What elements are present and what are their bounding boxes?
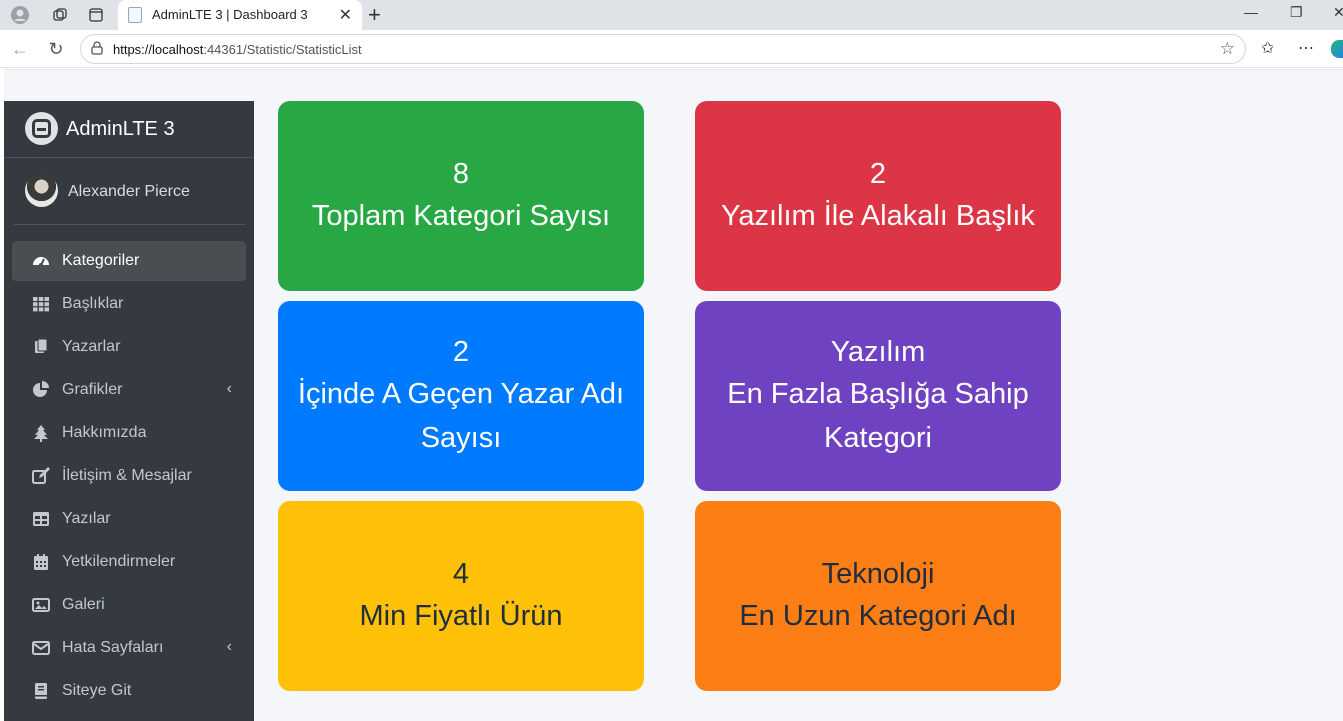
workspaces-icon[interactable] bbox=[49, 4, 71, 26]
new-tab-icon[interactable]: + bbox=[368, 2, 381, 28]
stat-card-top-category: Yazılım En Fazla Başlığa Sahip Kategori bbox=[695, 301, 1061, 491]
tachometer-icon bbox=[33, 257, 49, 267]
profile-icon[interactable] bbox=[9, 4, 31, 26]
envelope-icon bbox=[32, 641, 50, 655]
stat-card-software-headings: 2 Yazılım İle Alakalı Başlık bbox=[695, 101, 1061, 291]
browser-tab-bar: AdminLTE 3 | Dashboard 3 ✕ + — ❐ ✕ bbox=[0, 0, 1343, 30]
sidebar-item-siteye-git[interactable]: Siteye Git bbox=[12, 671, 246, 711]
stat-label: İçinde A Geçen Yazar Adı Sayısı bbox=[297, 378, 625, 454]
sidebar: AdminLTE 3 Alexander Pierce Kategoriler … bbox=[4, 101, 254, 721]
minimize-icon[interactable]: — bbox=[1244, 4, 1258, 20]
stat-card-category-count: 8 Toplam Kategori Sayısı bbox=[278, 101, 644, 291]
copy-icon bbox=[35, 338, 48, 353]
navbar-strip bbox=[4, 69, 1343, 101]
sidebar-item-basliklar[interactable]: Başlıklar bbox=[12, 284, 246, 324]
stat-value: Teknoloji bbox=[821, 558, 935, 590]
stat-label: Min Fiyatlı Ürün bbox=[359, 600, 563, 632]
close-window-icon[interactable]: ✕ bbox=[1333, 4, 1343, 21]
sidebar-item-label: Hakkımızda bbox=[62, 424, 147, 441]
tab-title: AdminLTE 3 | Dashboard 3 bbox=[152, 7, 308, 22]
stat-value: 2 bbox=[869, 158, 887, 190]
sidebar-item-label: Galeri bbox=[62, 596, 105, 613]
page-favicon-icon bbox=[128, 7, 142, 23]
sidebar-menu: Kategoriler Başlıklar Yazarlar Grafikler… bbox=[12, 241, 246, 714]
sidebar-item-iletisim[interactable]: İletişim & Mesajlar bbox=[12, 456, 246, 496]
sidebar-item-label: Hata Sayfaları bbox=[62, 639, 164, 656]
favorite-star-icon[interactable]: ☆ bbox=[1220, 39, 1235, 59]
chevron-left-icon: ‹ bbox=[226, 638, 232, 655]
close-tab-icon[interactable]: ✕ bbox=[339, 5, 352, 25]
sidebar-item-yazilar[interactable]: Yazılar bbox=[12, 499, 246, 539]
sidebar-item-label: Kategoriler bbox=[62, 252, 140, 269]
browser-tab[interactable]: AdminLTE 3 | Dashboard 3 ✕ bbox=[118, 0, 362, 30]
book-icon bbox=[35, 683, 47, 699]
sidebar-item-galeri[interactable]: Galeri bbox=[12, 585, 246, 625]
tree-icon bbox=[34, 425, 48, 442]
stat-label: En Uzun Kategori Adı bbox=[739, 600, 1017, 632]
reload-icon[interactable]: ↻ bbox=[44, 37, 68, 61]
stat-label: Yazılım İle Alakalı Başlık bbox=[721, 200, 1035, 232]
user-name[interactable]: Alexander Pierce bbox=[68, 183, 190, 201]
sidebar-item-yetkilendirmeler[interactable]: Yetkilendirmeler bbox=[12, 542, 246, 582]
pie-chart-icon bbox=[33, 381, 49, 397]
page-content: AdminLTE 3 Alexander Pierce Kategoriler … bbox=[4, 101, 1343, 721]
sidebar-item-label: İletişim & Mesajlar bbox=[62, 467, 192, 484]
lock-icon bbox=[91, 41, 103, 55]
stat-value: 2 bbox=[452, 336, 470, 368]
restore-icon[interactable]: ❐ bbox=[1290, 4, 1303, 21]
sidebar-item-label: Yazarlar bbox=[62, 338, 121, 355]
stat-label: Toplam Kategori Sayısı bbox=[311, 200, 611, 232]
sidebar-item-label: Yetkilendirmeler bbox=[62, 553, 176, 570]
more-options-icon[interactable]: ⋯ bbox=[1298, 38, 1314, 58]
address-bar: ← ↻ https://localhost:44361/Statistic/St… bbox=[0, 30, 1343, 68]
brand-text: AdminLTE 3 bbox=[66, 118, 175, 140]
url-input[interactable]: https://localhost:44361/Statistic/Statis… bbox=[80, 34, 1246, 64]
sidebar-item-label: Başlıklar bbox=[62, 295, 124, 312]
stat-value: Yazılım bbox=[830, 336, 926, 368]
brand-logo-icon bbox=[25, 112, 58, 145]
sidebar-item-kategoriler[interactable]: Kategoriler bbox=[12, 241, 246, 281]
back-icon[interactable]: ← bbox=[8, 37, 32, 61]
sidebar-item-label: Siteye Git bbox=[62, 682, 132, 699]
stat-card-longest-category: Teknoloji En Uzun Kategori Adı bbox=[695, 501, 1061, 691]
edit-icon bbox=[32, 467, 50, 484]
brand-link[interactable]: AdminLTE 3 bbox=[4, 101, 254, 158]
image-icon bbox=[32, 598, 50, 612]
sidebar-item-yazarlar[interactable]: Yazarlar bbox=[12, 327, 246, 367]
url-text: https://localhost:44361/Statistic/Statis… bbox=[113, 42, 362, 57]
user-panel[interactable]: Alexander Pierce bbox=[14, 158, 246, 225]
stat-card-writer-count: 2 İçinde A Geçen Yazar Adı Sayısı bbox=[278, 301, 644, 491]
sidebar-item-label: Grafikler bbox=[62, 381, 123, 398]
stat-value: 4 bbox=[452, 558, 470, 590]
sidebar-item-label: Yazılar bbox=[62, 510, 111, 527]
stat-value: 8 bbox=[452, 158, 470, 190]
stat-card-min-price: 4 Min Fiyatlı Ürün bbox=[278, 501, 644, 691]
sidebar-item-grafikler[interactable]: Grafikler ‹ bbox=[12, 370, 246, 410]
sidebar-item-hakkimizda[interactable]: Hakkımızda bbox=[12, 413, 246, 453]
table-icon bbox=[33, 512, 49, 526]
copilot-icon[interactable] bbox=[1331, 40, 1343, 58]
sidebar-item-hata-sayfalari[interactable]: Hata Sayfaları ‹ bbox=[12, 628, 246, 668]
chevron-left-icon: ‹ bbox=[226, 380, 232, 397]
tab-actions-icon[interactable] bbox=[85, 4, 107, 26]
stat-label: En Fazla Başlığa Sahip Kategori bbox=[727, 378, 1029, 454]
favorites-icon[interactable]: ✩ bbox=[1261, 38, 1274, 58]
grid-icon bbox=[33, 297, 49, 312]
avatar bbox=[25, 174, 58, 207]
calendar-icon bbox=[34, 554, 48, 570]
